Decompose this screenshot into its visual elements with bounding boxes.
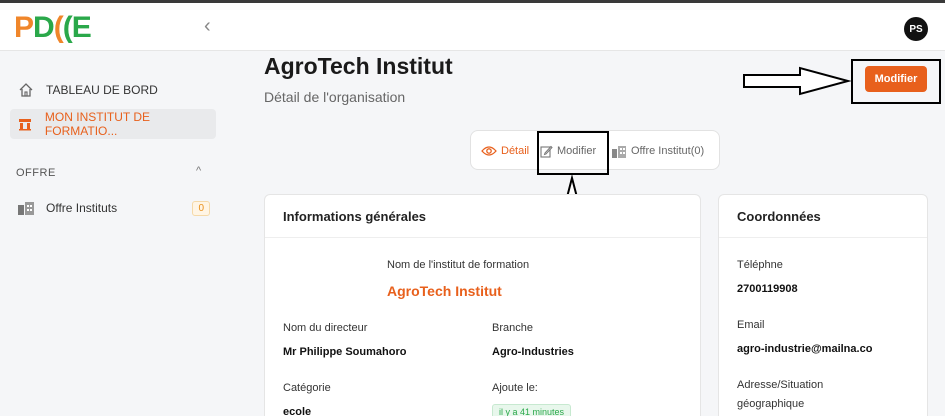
category-value: ecole	[283, 406, 312, 416]
contact-card: Coordonnées Téléphne 2700119908 Email ag…	[718, 194, 928, 416]
director-value: Mr Philippe Soumahoro	[283, 346, 407, 358]
sidebar-item-dashboard[interactable]: TABLEAU DE BORD	[10, 75, 216, 105]
sidebar-item-my-institute[interactable]: MON INSTITUT DE FORMATIO...	[10, 109, 216, 139]
tab-label: Détail	[501, 145, 530, 157]
institute-name-value: AgroTech Institut	[387, 283, 502, 299]
email-label: Email	[737, 319, 765, 331]
address-label: Adresse/Situation	[737, 379, 824, 391]
added-time-badge: il y a 41 minutes	[492, 404, 572, 416]
highlight-box-modifier-button	[851, 59, 941, 104]
tab-label: Offre Institut(0)	[631, 145, 705, 157]
app-header: PD((E ‹ PS	[0, 3, 945, 51]
page-title: AgroTech Institut	[264, 53, 453, 79]
highlight-box-modifier-tab	[537, 131, 609, 175]
logo-letter-c1: (	[53, 11, 64, 44]
eye-icon	[481, 145, 497, 157]
annotation-arrow-right	[743, 66, 852, 96]
sidebar-item-label: Offre Instituts	[46, 201, 118, 215]
chevron-up-icon[interactable]: ^	[196, 165, 201, 177]
sidebar-collapse-icon[interactable]: ‹	[204, 15, 211, 38]
institute-name-label: Nom de l'institut de formation	[387, 259, 530, 271]
user-avatar[interactable]: PS	[904, 17, 928, 41]
logo-letter-c2: (	[62, 11, 73, 44]
card-title: Coordonnées	[737, 209, 821, 224]
added-label: Ajoute le:	[492, 382, 538, 394]
director-label: Nom du directeur	[283, 322, 368, 334]
card-title: Informations générales	[283, 209, 427, 224]
institute-icon	[16, 115, 35, 133]
tab-detail[interactable]: Détail	[481, 131, 529, 171]
tab-offre-institut[interactable]: Offre Institut(0)	[611, 131, 704, 171]
logo-letter-p: P	[14, 11, 34, 44]
branch-value: Agro-Industries	[492, 346, 574, 358]
address-label-line2: géographique	[737, 398, 805, 410]
logo-letter-e: E	[71, 11, 92, 44]
card-divider	[719, 237, 927, 238]
app-logo[interactable]: PD((E	[14, 11, 92, 45]
section-title-offre: OFFRE	[16, 167, 56, 179]
home-icon	[16, 81, 36, 99]
sidebar-item-label: MON INSTITUT DE FORMATIO...	[44, 110, 151, 138]
buildings-icon	[611, 145, 627, 158]
buildings-icon	[16, 199, 36, 217]
count-badge: 0	[192, 200, 210, 216]
phone-label: Téléphne	[737, 259, 783, 271]
email-value: agro-industrie@mailna.co	[737, 343, 873, 355]
page-subtitle: Détail de l'organisation	[264, 89, 406, 105]
logo-letter-d: D	[33, 11, 55, 44]
branch-label: Branche	[492, 322, 533, 334]
category-label: Catégorie	[283, 382, 331, 394]
sidebar-item-offre-instituts[interactable]: Offre Instituts 0	[10, 193, 216, 223]
sidebar: TABLEAU DE BORD MON INSTITUT DE FORMATIO…	[0, 52, 230, 416]
card-divider	[265, 237, 700, 238]
phone-value: 2700119908	[737, 283, 798, 295]
general-info-card: Informations générales Nom de l'institut…	[264, 194, 701, 416]
sidebar-item-label: TABLEAU DE BORD	[46, 83, 158, 97]
